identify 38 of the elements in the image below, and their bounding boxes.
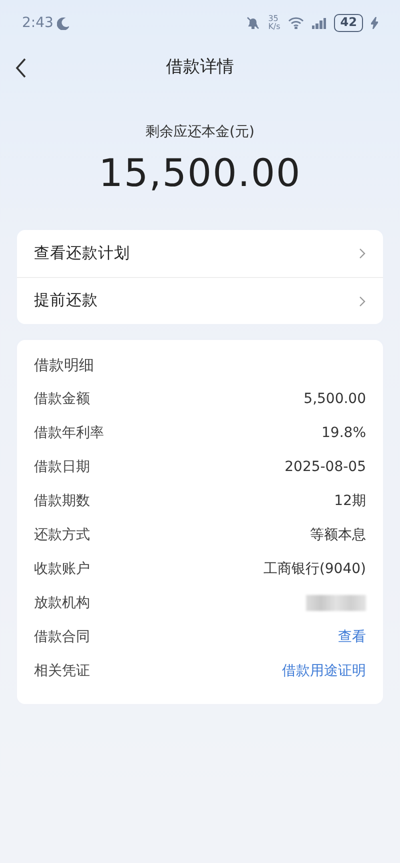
detail-label: 借款期数 — [34, 492, 90, 510]
speed-value: 35 — [268, 15, 280, 23]
detail-value: 19.8% — [322, 424, 366, 442]
action-label: 提前还款 — [34, 290, 98, 312]
signal-icon — [312, 18, 326, 28]
section-title: 借款明细 — [34, 354, 94, 376]
bell-muted-icon — [246, 16, 260, 30]
detail-value: 工商银行(9040) — [263, 560, 366, 578]
wifi-icon — [288, 17, 304, 29]
detail-label: 借款合同 — [34, 628, 90, 646]
detail-label: 收款账户 — [34, 560, 90, 578]
principal-label: 剩余应还本金(元) — [144, 123, 256, 142]
detail-value: 等额本息 — [310, 526, 366, 544]
principal-amount: 15,500.00 — [98, 150, 302, 197]
detail-value: 5,500.00 — [304, 390, 366, 408]
page-title: 借款详情 — [166, 56, 234, 80]
detail-value: 12期 — [334, 492, 366, 510]
back-icon[interactable] — [14, 57, 28, 79]
chevron-right-icon — [359, 248, 366, 259]
action-row[interactable]: 查看还款计划 — [17, 230, 383, 277]
action-label: 查看还款计划 — [34, 242, 130, 264]
detail-link[interactable]: 查看 — [338, 626, 366, 648]
detail-label: 借款金额 — [34, 390, 90, 408]
chevron-right-icon — [359, 296, 366, 306]
detail-label: 借款日期 — [34, 458, 90, 476]
detail-link[interactable]: 借款用途证明 — [282, 660, 366, 682]
moon-icon — [57, 16, 70, 30]
speed-unit: K/s — [268, 23, 280, 31]
detail-label: 相关凭证 — [34, 662, 90, 680]
blurred-value — [306, 595, 366, 611]
battery-level: 42 — [334, 14, 363, 32]
action-row[interactable]: 提前还款 — [17, 277, 383, 324]
detail-value: 2025-08-05 — [284, 458, 366, 476]
detail-label: 还款方式 — [34, 526, 90, 544]
status-time: 2:43 — [22, 14, 54, 32]
detail-label: 放款机构 — [34, 594, 90, 612]
charging-icon — [371, 17, 378, 29]
detail-label: 借款年利率 — [34, 424, 104, 442]
